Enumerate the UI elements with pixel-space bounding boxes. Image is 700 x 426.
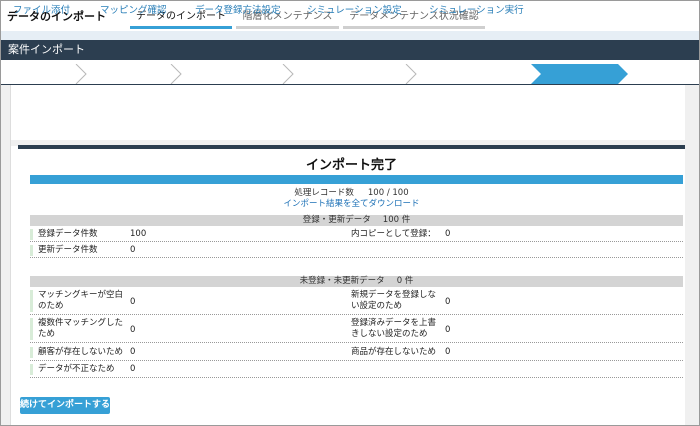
row-divider [30,257,683,258]
active-step-shape [531,64,628,84]
row-divider [30,377,683,378]
reason-multi-match-label: 複数件マッチングした ため [30,318,125,340]
unregistered-section-count: 0 件 [396,276,414,286]
step-separator [75,64,87,85]
registered-count-value: 100 [130,229,147,239]
unregistered-section-header: 未登録・未更新データ 0 件 [30,276,683,287]
step-simulation-run[interactable]: シミュレーション実行 [417,1,524,21]
row-divider [30,241,683,242]
reason-invalid-data-value: 0 [130,364,136,374]
registered-count-label: 登録データ件数 [30,229,125,240]
section-title: 案件インポート [1,40,699,60]
reason-no-product-label: 商品が存在しないため [351,347,437,357]
updated-count-value: 0 [130,245,136,255]
step-separator [170,64,182,85]
import-result-panel: インポート完了 処理レコード数 100 / 100 インポート結果を全てダウンロー… [18,145,685,420]
reason-no-overwrite-label: 登録済みデータを上書 きしない設定のため [351,318,437,339]
registered-section-count: 100 件 [382,215,411,225]
step-mapping-check[interactable]: マッピング確認 [88,1,167,21]
header-band [1,31,699,40]
reason-no-overwrite-value: 0 [445,325,451,335]
unregistered-section-title: 未登録・未更新データ [299,276,385,286]
panel-title: インポート完了 [305,158,397,173]
reason-no-product-value: 0 [445,347,451,357]
step-breadcrumb [1,64,699,85]
reason-no-customer-label: 顧客が存在しないため [30,347,125,358]
step-registration-method[interactable]: データ登録方法設定 [183,1,281,21]
copy-registered-label: 内コピーとして登録： [351,229,436,239]
step-simulation-settings[interactable]: シミュレーション設定 [295,1,402,21]
reason-no-customer-value: 0 [130,347,136,357]
title-accent-bar [30,175,683,184]
right-gutter [685,85,699,425]
reason-empty-key-label: マッチングキーが空白 のため [30,290,125,312]
row-divider [30,342,683,343]
copy-registered-value: 0 [445,229,451,239]
step-separator [405,64,417,85]
download-results-link[interactable]: インポート結果を全てダウンロード [18,197,685,209]
continue-import-button[interactable]: 続けてインポートする [20,397,110,414]
step-import-run[interactable]: インポート実行 [539,1,618,21]
left-rail [1,85,11,425]
row-divider [30,360,683,361]
step-file-attach[interactable]: ファイル添付 [5,1,70,21]
updated-count-label: 更新データ件数 [30,245,125,256]
reason-invalid-data-label: データが不正なため [30,364,125,375]
step-separator [282,64,294,85]
reason-no-new-register-value: 0 [445,297,451,307]
reason-multi-match-value: 0 [130,325,136,335]
registered-section-header: 登録・更新データ 100 件 [30,215,683,226]
reason-no-new-register-label: 新規データを登録しな い設定のため [351,290,437,311]
window: データのインポート データのインポート 階層化メンテナンス データメンテナンス状… [0,0,700,426]
reason-empty-key-value: 0 [130,297,136,307]
registered-section-title: 登録・更新データ [302,215,371,225]
row-divider [30,314,683,315]
